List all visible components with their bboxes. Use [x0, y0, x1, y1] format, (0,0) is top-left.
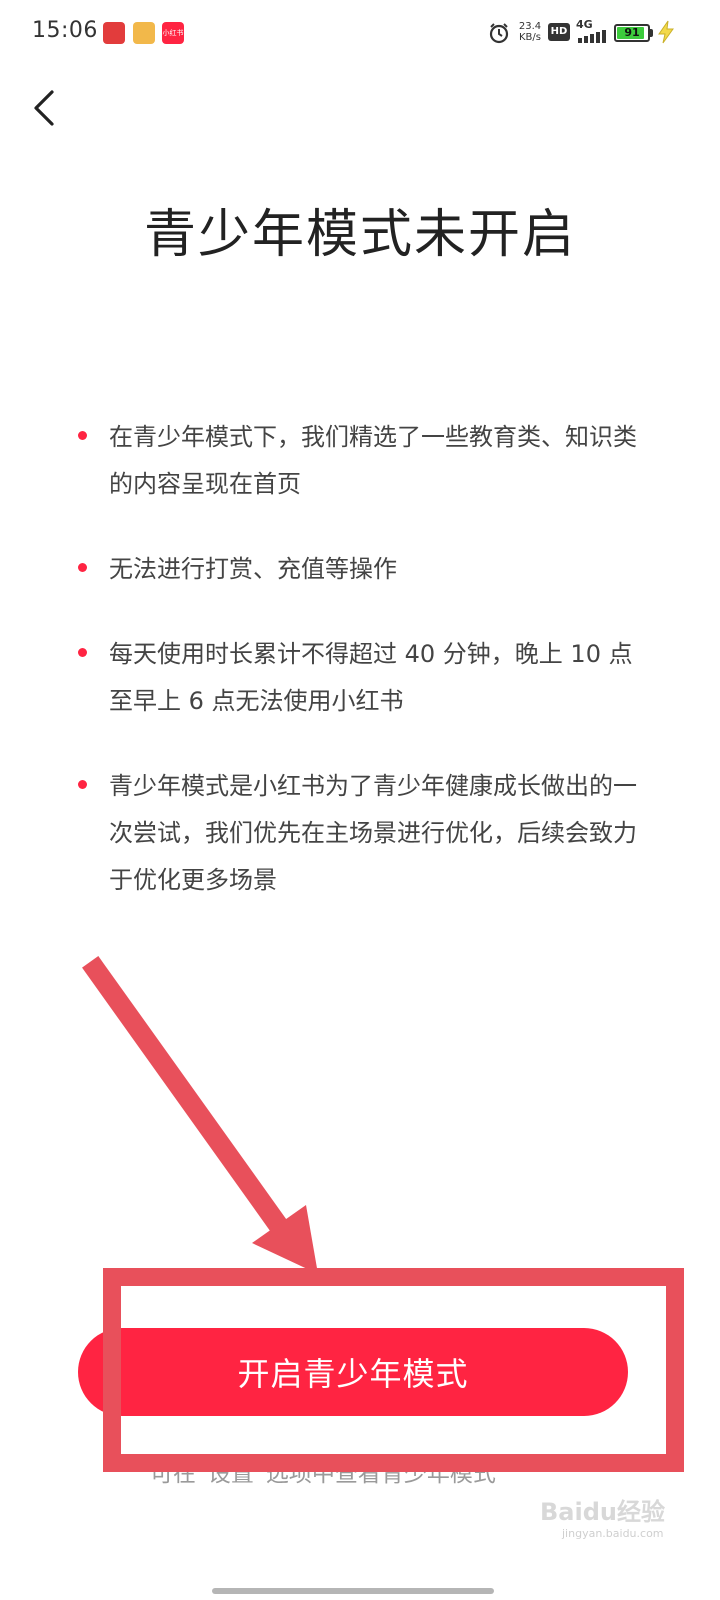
alarm-icon — [489, 23, 509, 44]
list-item: 无法进行打赏、充值等操作 — [78, 546, 638, 593]
hd-icon: HD — [548, 23, 570, 41]
xiaohongshu-icon: 小红书 — [162, 22, 184, 44]
network-speed: 23.4 KB/s — [518, 21, 542, 43]
settings-hint: 可在“设置”选项中查看青少年模式 — [150, 1461, 496, 1487]
bullet-text: 在青少年模式下，我们精选了一些教育类、知识类的内容呈现在首页 — [109, 423, 637, 498]
bullet-text: 每天使用时长累计不得超过 40 分钟，晚上 10 点至早上 6 点无法使用小红书 — [109, 640, 633, 715]
home-indicator[interactable] — [212, 1588, 494, 1594]
back-button[interactable] — [28, 86, 68, 130]
bullet-dot-icon — [78, 563, 87, 572]
bullet-text: 青少年模式是小红书为了青少年健康成长做出的一次尝试，我们优先在主场景进行优化，后… — [109, 772, 637, 894]
app-notification-icon — [103, 22, 125, 44]
status-time: 15:06 — [32, 18, 98, 43]
charging-icon — [658, 20, 674, 44]
app-notification-icon — [133, 22, 155, 44]
status-bar: 15:06 小红书 23.4 KB/s HD 4G 91 — [0, 0, 720, 66]
bullet-dot-icon — [78, 648, 87, 657]
page-title: 青少年模式未开启 — [143, 205, 576, 265]
list-item: 青少年模式是小红书为了青少年健康成长做出的一次尝试，我们优先在主场景进行优化，后… — [78, 763, 638, 904]
signal-icon — [578, 30, 608, 43]
battery-level: 91 — [624, 26, 640, 39]
list-item: 在青少年模式下，我们精选了一些教育类、知识类的内容呈现在首页 — [78, 414, 638, 508]
baidu-watermark: Baidu经验 jingyan.baidu.com — [540, 1498, 665, 1540]
enable-teen-mode-button[interactable]: 开启青少年模式 — [78, 1328, 628, 1416]
list-item: 每天使用时长累计不得超过 40 分钟，晚上 10 点至早上 6 点无法使用小红书 — [78, 631, 638, 725]
bullet-dot-icon — [78, 780, 87, 789]
bullet-dot-icon — [78, 431, 87, 440]
battery-icon: 91 — [614, 24, 650, 42]
bullet-text: 无法进行打赏、充值等操作 — [109, 555, 397, 583]
screen: 15:06 小红书 23.4 KB/s HD 4G 91 青少年模式未开启 在青… — [0, 0, 720, 1600]
battery-tip — [650, 29, 653, 37]
bullet-list: 在青少年模式下，我们精选了一些教育类、知识类的内容呈现在首页 无法进行打赏、充值… — [78, 414, 638, 942]
